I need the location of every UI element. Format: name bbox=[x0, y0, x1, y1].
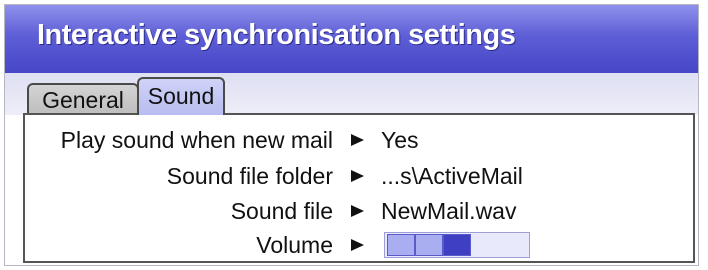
play-sound-label: Play sound when new mail bbox=[60, 127, 333, 153]
sound-folder-label: Sound file folder bbox=[166, 163, 333, 189]
dialog-title: Interactive synchronisation settings bbox=[37, 19, 516, 51]
sound-file-arrow-icon[interactable] bbox=[351, 205, 364, 217]
volume-arrow-icon[interactable] bbox=[351, 239, 364, 251]
play-sound-value[interactable]: Yes bbox=[381, 123, 419, 157]
title-bar: Interactive synchronisation settings bbox=[5, 5, 698, 73]
sound-folder-value[interactable]: ...s\ActiveMail bbox=[381, 159, 523, 193]
sound-settings-panel: Play sound when new mail Yes Sound file … bbox=[23, 113, 695, 263]
sound-file-row[interactable]: Sound file NewMail.wav bbox=[25, 194, 693, 228]
play-sound-arrow-icon[interactable] bbox=[351, 134, 364, 146]
volume-label: Volume bbox=[256, 232, 333, 258]
play-sound-row[interactable]: Play sound when new mail Yes bbox=[25, 123, 693, 157]
tab-sound[interactable]: Sound bbox=[137, 77, 225, 115]
sound-folder-row[interactable]: Sound file folder ...s\ActiveMail bbox=[25, 159, 693, 193]
volume-segment bbox=[443, 234, 471, 256]
sound-file-label: Sound file bbox=[230, 198, 333, 224]
volume-segment bbox=[387, 234, 415, 256]
volume-row[interactable]: Volume bbox=[25, 228, 693, 262]
volume-segment bbox=[415, 234, 443, 256]
volume-slider[interactable] bbox=[384, 232, 530, 258]
settings-dialog: Interactive synchronisation settings Gen… bbox=[4, 4, 699, 266]
tab-general[interactable]: General bbox=[27, 83, 139, 115]
sound-folder-arrow-icon[interactable] bbox=[351, 170, 364, 182]
sound-file-value[interactable]: NewMail.wav bbox=[381, 194, 516, 228]
